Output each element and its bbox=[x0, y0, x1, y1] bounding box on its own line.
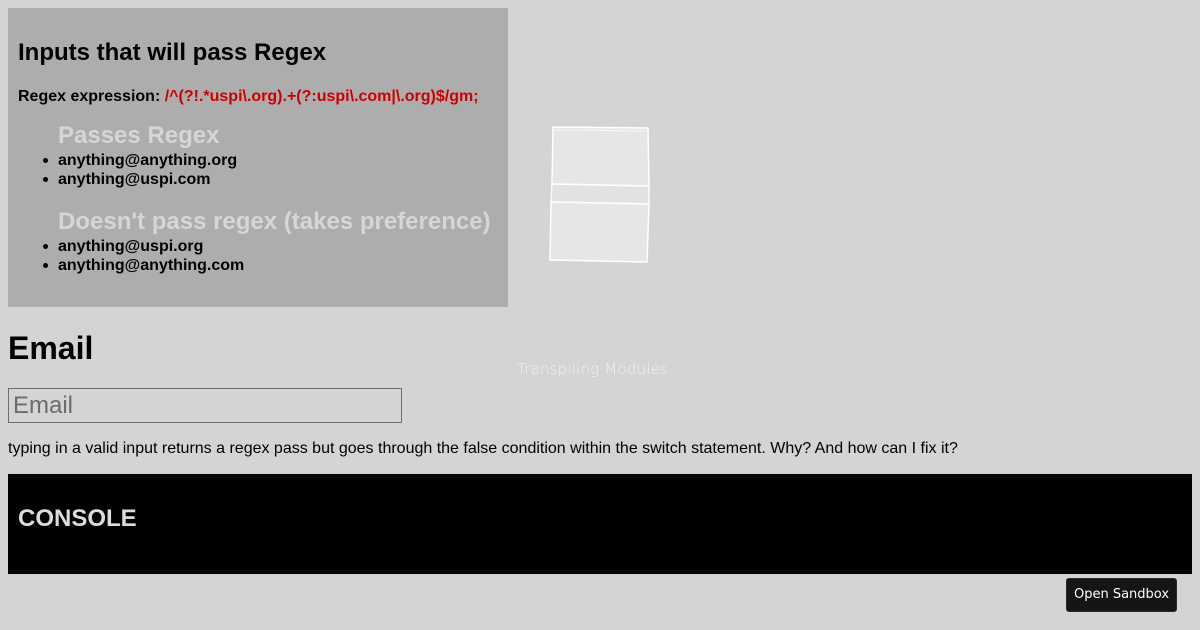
question-text: typing in a valid input returns a regex … bbox=[8, 440, 958, 457]
list-item: anything@anything.com bbox=[42, 257, 245, 274]
list-item: anything@anything.org bbox=[42, 152, 238, 169]
regex-label: Regex expression: bbox=[18, 88, 161, 105]
page: Inputs that will pass Regex Regex expres… bbox=[0, 0, 1200, 630]
panel-title: Inputs that will pass Regex bbox=[18, 39, 327, 66]
fails-heading: Doesn't pass regex (takes preference) bbox=[58, 208, 491, 235]
email-input[interactable] bbox=[8, 388, 402, 423]
console-title: CONSOLE bbox=[18, 505, 137, 532]
regex-panel: Inputs that will pass Regex Regex expres… bbox=[8, 8, 508, 307]
list-item: anything@uspi.org bbox=[42, 237, 244, 256]
list-item: anything@uspi.com bbox=[42, 170, 237, 189]
regex-expression: Regex expression: /^(?!.*uspi\.org).+(?:… bbox=[18, 88, 479, 106]
loading-status: Transpiling Modules... bbox=[516, 360, 683, 378]
regex-code: /^(?!.*uspi\.org).+(?:uspi\.com|\.org)$/… bbox=[164, 88, 479, 105]
cube-icon bbox=[549, 126, 650, 263]
passes-list: anything@anything.org anything@uspi.com bbox=[42, 151, 238, 189]
email-heading: Email bbox=[8, 330, 94, 366]
console-panel: CONSOLE bbox=[8, 474, 1192, 574]
fails-list: anything@uspi.org anything@anything.com bbox=[42, 237, 245, 275]
passes-heading: Passes Regex bbox=[58, 122, 220, 149]
open-sandbox-button[interactable]: Open Sandbox bbox=[1066, 578, 1177, 612]
